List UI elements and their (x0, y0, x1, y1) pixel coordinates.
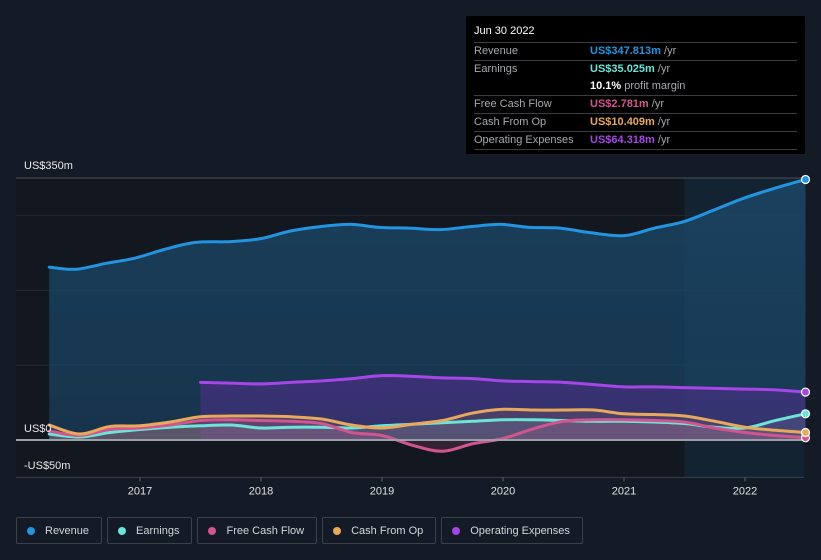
data-tooltip: Jun 30 2022 Revenue US$347.813m /yr Earn… (466, 16, 805, 154)
x-tick-label: 2019 (370, 485, 394, 497)
tooltip-row-cash-from-op: Cash From Op US$10.409m /yr (474, 114, 797, 132)
tooltip-value: US$2.781m (590, 98, 649, 110)
legend-label: Revenue (45, 524, 90, 537)
tooltip-row-operating-expenses: Operating Expenses US$64.318m /yr (474, 132, 797, 150)
tooltip-row-earnings: Earnings US$35.025m /yr (474, 61, 797, 78)
y-tick-label-0: US$0 (24, 423, 52, 435)
chart-legend: Revenue Earnings Free Cash Flow Cash Fro… (16, 517, 583, 544)
x-tick-label: 2022 (733, 485, 757, 497)
tooltip-label: Revenue (474, 45, 519, 57)
legend-item-earnings[interactable]: Earnings (107, 517, 193, 544)
legend-item-operating-expenses[interactable]: Operating Expenses (441, 517, 583, 544)
tooltip-value: US$35.025m (590, 63, 655, 75)
tooltip-unit: profit margin (621, 80, 686, 92)
legend-dot-icon (452, 526, 461, 535)
legend-label: Operating Expenses (470, 524, 570, 537)
tooltip-unit: /yr (654, 134, 671, 146)
x-axis-ticks: 2017 2018 2019 2020 2021 2022 (128, 477, 757, 497)
operating-expenses-end-marker (800, 387, 811, 397)
tooltip-date: Jun 30 2022 (474, 22, 797, 43)
legend-dot-icon (27, 526, 35, 535)
tooltip-value: US$64.318m (590, 134, 655, 146)
x-tick-label: 2018 (249, 485, 273, 497)
tooltip-row-free-cash-flow: Free Cash Flow US$2.781m /yr (474, 96, 797, 114)
tooltip-row-revenue: Revenue US$347.813m /yr (474, 43, 797, 61)
tooltip-value: US$347.813m (590, 45, 661, 57)
tooltip-value: US$10.409m (590, 116, 655, 128)
legend-label: Free Cash Flow (226, 524, 305, 537)
tooltip-label (474, 78, 590, 95)
tooltip-unit: /yr (660, 45, 677, 57)
earnings-end-marker (800, 409, 811, 419)
x-tick-label: 2021 (612, 485, 636, 497)
legend-item-cash-from-op[interactable]: Cash From Op (322, 517, 437, 544)
x-tick-label: 2020 (491, 485, 515, 497)
legend-item-free-cash-flow[interactable]: Free Cash Flow (197, 517, 318, 544)
cash-from-op-end-marker (800, 427, 811, 438)
tooltip-unit: /yr (648, 98, 664, 110)
legend-label: Earnings (136, 524, 180, 537)
tooltip-label: Free Cash Flow (474, 98, 552, 110)
tooltip-unit: /yr (654, 63, 671, 75)
legend-dot-icon (118, 526, 127, 535)
x-tick-label: 2017 (128, 485, 152, 497)
tooltip-label: Earnings (474, 63, 518, 75)
legend-dot-icon (208, 526, 217, 535)
tooltip-unit: /yr (654, 116, 671, 128)
revenue-end-marker (800, 174, 811, 185)
legend-item-revenue[interactable]: Revenue (16, 517, 103, 544)
tooltip-value: 10.1% (590, 80, 622, 92)
tooltip-label: Cash From Op (474, 116, 547, 128)
y-tick-label-350: US$350m (24, 160, 73, 172)
tooltip-row-profit-margin: 10.1% profit margin (474, 78, 797, 96)
y-tick-label-neg50: -US$50m (24, 460, 71, 472)
tooltip-label: Operating Expenses (474, 134, 574, 146)
legend-dot-icon (333, 526, 342, 535)
legend-label: Cash From Op (351, 524, 424, 537)
